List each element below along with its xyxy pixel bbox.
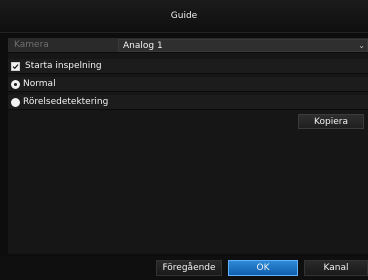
normal-option-row[interactable]: Normal — [8, 77, 368, 92]
ok-button[interactable]: OK — [228, 260, 298, 276]
motion-option-row[interactable]: Rörelsedetektering — [8, 95, 368, 110]
start-recording-label: Starta inspelning — [25, 61, 102, 71]
footer-bar: Föregående OK Kanal — [0, 256, 368, 280]
camera-label: Kamera — [14, 40, 49, 50]
check-icon — [12, 63, 19, 69]
motion-radio[interactable] — [11, 97, 20, 107]
normal-radio[interactable] — [11, 79, 20, 89]
guide-window: Guide Kamera Analog 1 ⌄ Starta inspelnin… — [0, 0, 368, 280]
normal-option-label: Normal — [23, 79, 56, 89]
motion-option-label: Rörelsedetektering — [23, 97, 109, 107]
radio-dot-icon — [14, 82, 17, 86]
chevron-down-icon: ⌄ — [358, 41, 365, 50]
camera-row: Kamera Analog 1 ⌄ — [8, 38, 368, 53]
previous-button[interactable]: Föregående — [156, 260, 222, 276]
start-recording-checkbox[interactable] — [11, 61, 20, 71]
title-bar: Guide — [0, 0, 368, 33]
window-title: Guide — [170, 11, 198, 21]
content-panel: Kamera Analog 1 ⌄ Starta inspelning Norm… — [8, 38, 368, 254]
start-recording-row[interactable]: Starta inspelning — [8, 59, 368, 74]
channel-button[interactable]: Kanal — [304, 260, 368, 276]
copy-button[interactable]: Kopiera — [298, 114, 364, 129]
camera-select-value: Analog 1 — [123, 40, 163, 51]
camera-select[interactable]: Analog 1 ⌄ — [118, 39, 368, 52]
